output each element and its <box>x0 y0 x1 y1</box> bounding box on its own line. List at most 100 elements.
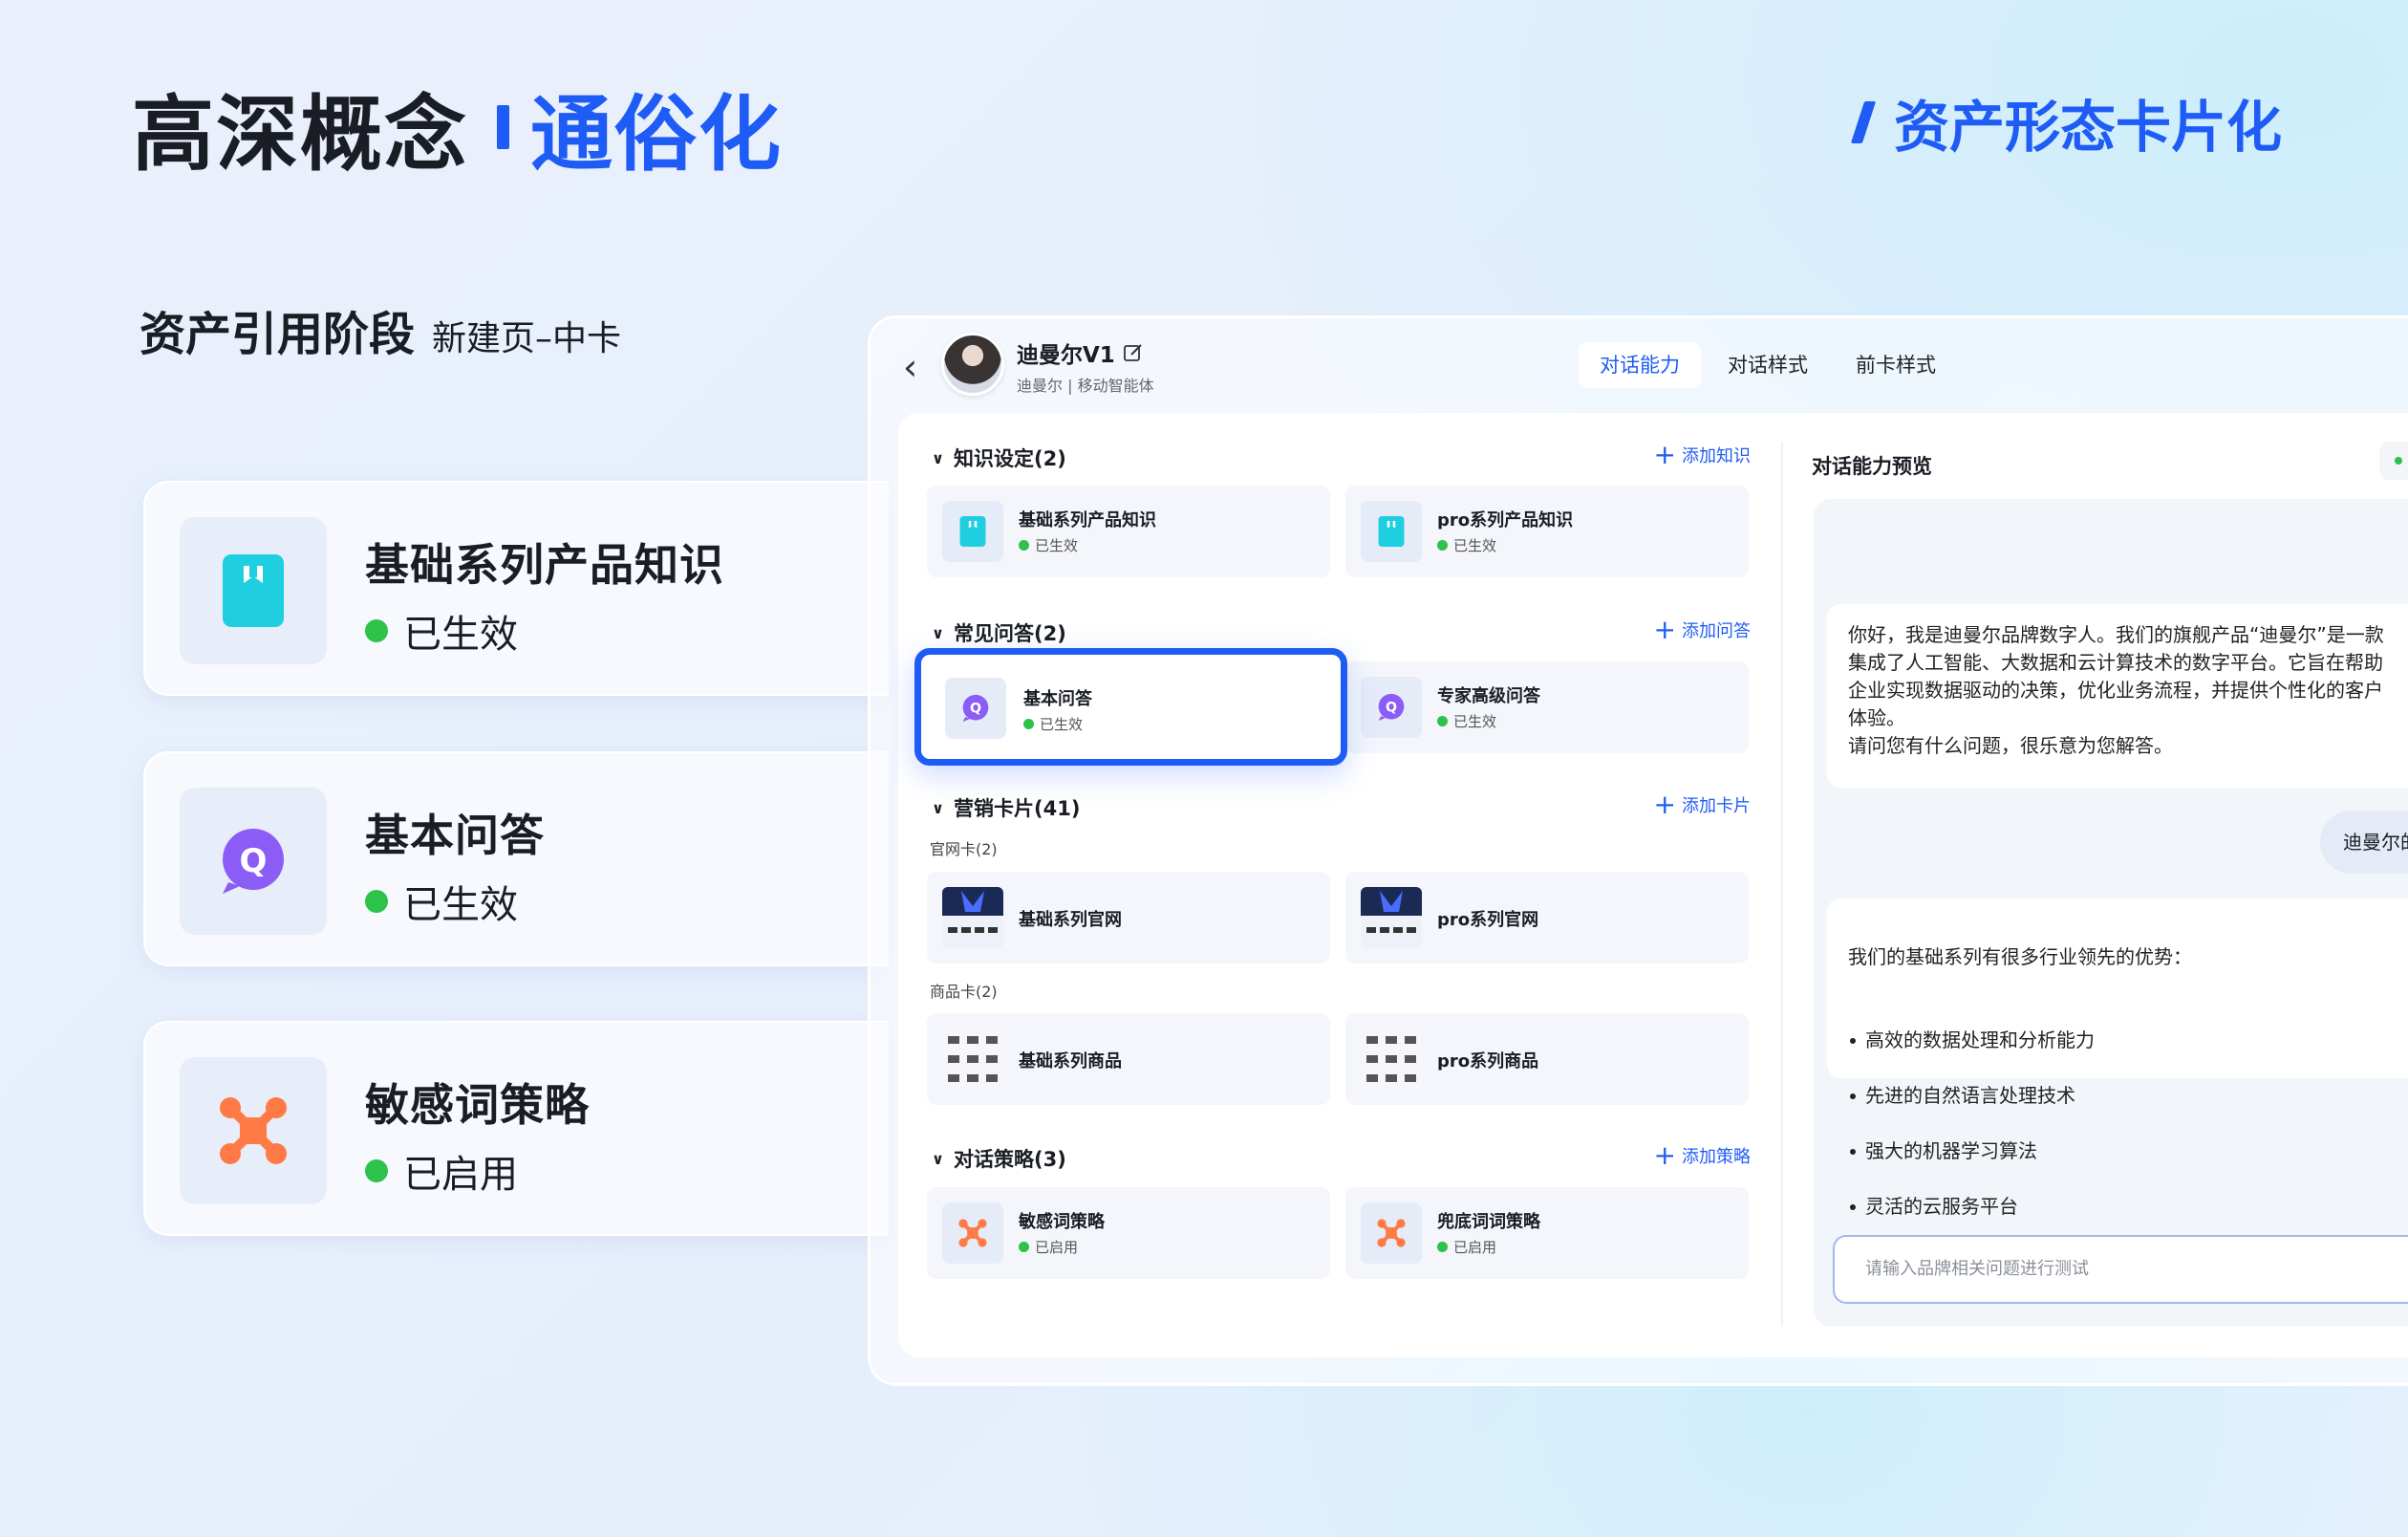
card-name: 基础系列商品 <box>1019 1051 1122 1072</box>
list-item: 先进的自然语言处理技术 <box>1848 1082 2408 1110</box>
plus-icon: + <box>1653 789 1676 820</box>
panel-divider <box>1781 442 1783 1327</box>
add-knowledge-button[interactable]: + 添加知识 <box>1654 442 1751 468</box>
big-card-knowledge[interactable]: 基础系列产品知识 已生效 <box>143 481 889 696</box>
tab-bar: 对话能力 对话样式 前卡样式 <box>1579 342 1963 388</box>
product-card-pro[interactable]: pro系列商品 <box>1345 1013 1749 1105</box>
status-text: 已生效 <box>403 883 518 927</box>
agent-name: 迪曼尔V1 <box>1017 336 1144 369</box>
tab-dialog-ability[interactable]: 对话能力 <box>1579 342 1701 388</box>
chat-input[interactable]: 请输入品牌相关问题进行测试 <box>1833 1235 2408 1304</box>
official-card-label: 官网卡(2) <box>930 840 998 858</box>
card-name: 兜底词词策略 <box>1437 1212 1540 1232</box>
agent-avatar <box>941 333 1004 396</box>
strategy-card-sensitive[interactable]: 敏感词策略 已启用 <box>927 1187 1330 1279</box>
big-card-strategy[interactable]: 敏感词策略 已启用 <box>143 1021 889 1236</box>
product-card-label: 商品卡(2) <box>930 983 998 1001</box>
big-card-qa[interactable]: Q 基本问答 已生效 <box>143 751 889 966</box>
knowledge-card-basic[interactable]: 基础系列产品知识 已生效 <box>927 486 1330 577</box>
list-intro: 我们的基础系列有很多行业领先的优势： <box>1848 945 2192 968</box>
big-card-status: 已启用 <box>365 1143 518 1199</box>
big-card-status: 已生效 <box>365 603 518 659</box>
status-text: 已启用 <box>1035 1239 1079 1256</box>
section-title: 常见问答(2) <box>954 622 1066 645</box>
strategy-card-fallback[interactable]: 兜底词词策略 已启用 <box>1345 1187 1749 1279</box>
slide-tag: 资产形态卡片化 <box>1850 82 2282 162</box>
website-thumbnail <box>1361 887 1422 948</box>
status-text: 已生效 <box>1453 537 1497 554</box>
card-name: 基本问答 <box>1023 689 1092 709</box>
section-knowledge-header[interactable]: ∨ 知识设定(2) <box>932 444 1066 472</box>
status-dot <box>365 619 388 642</box>
website-thumbnail <box>942 887 1003 948</box>
section-title: 知识设定(2) <box>954 447 1066 470</box>
add-label: 添加策略 <box>1682 1147 1751 1167</box>
card-name: 基础系列官网 <box>1019 910 1122 930</box>
add-card-button[interactable]: + 添加卡片 <box>1654 791 1751 818</box>
status-text: 已生效 <box>1035 537 1079 554</box>
knowledge-card-pro[interactable]: pro系列产品知识 已生效 <box>1345 486 1749 577</box>
section-title: 对话策略(3) <box>954 1148 1066 1171</box>
bookmark-icon <box>942 501 1003 562</box>
add-label: 添加知识 <box>1682 446 1751 466</box>
card-status: 已生效 <box>1019 535 1078 555</box>
plus-icon: + <box>1653 1139 1676 1171</box>
card-status: 已生效 <box>1023 714 1083 734</box>
agent-name-text: 迪曼尔V1 <box>1017 343 1115 368</box>
chevron-down-icon: ∨ <box>932 448 944 467</box>
bookmark-icon <box>1361 501 1422 562</box>
chevron-down-icon: ∨ <box>932 1149 944 1168</box>
card-name: 基础系列产品知识 <box>1019 510 1156 530</box>
section-strategy-header[interactable]: ∨ 对话策略(3) <box>932 1144 1066 1173</box>
section-title: 营销卡片(41) <box>954 797 1081 820</box>
slash-icon <box>1850 101 1877 143</box>
slide-tag-text: 资产形态卡片化 <box>1893 95 2282 160</box>
title-divider-bar <box>497 104 509 149</box>
faq-card-basic-selected[interactable]: Q 基本问答 已生效 <box>914 648 1347 766</box>
status-dot <box>1019 540 1029 551</box>
section-faq-header[interactable]: ∨ 常见问答(2) <box>932 618 1066 647</box>
plus-icon: + <box>1653 439 1676 470</box>
status-dot <box>1437 1242 1448 1252</box>
feature-list: 高效的数据处理和分析能力 先进的自然语言处理技术 强大的机器学习算法 灵活的云服… <box>1848 999 2408 1248</box>
stage-main: 资产引用阶段 <box>140 308 416 361</box>
qa-chat-icon: Q <box>180 788 327 935</box>
official-card-basic[interactable]: 基础系列官网 <box>927 872 1330 963</box>
product-card-basic[interactable]: 基础系列商品 <box>927 1013 1330 1105</box>
add-label: 添加卡片 <box>1682 796 1751 816</box>
status-dot <box>1019 1242 1029 1252</box>
slide: 高深概念 通俗化 资产形态卡片化 资产引用阶段 新建页–中卡 基础系列产品知识 … <box>0 0 2408 1537</box>
faq-card-expert[interactable]: Q 专家高级问答 已生效 <box>1345 661 1749 753</box>
slide-title: 高深概念 通俗化 <box>132 67 783 186</box>
official-card-pro[interactable]: pro系列官网 <box>1345 872 1749 963</box>
card-name: pro系列产品知识 <box>1437 510 1574 530</box>
status-text: 已生效 <box>1453 713 1497 730</box>
status-text: 已启用 <box>403 1153 518 1197</box>
status-dot <box>1437 540 1448 551</box>
title-black: 高深概念 <box>132 87 468 183</box>
bookmark-icon <box>180 517 327 664</box>
bot-message: 你好，我是迪曼尔品牌数字人。我们的旗舰产品“迪曼尔”是一款 集成了人工智能、大数… <box>1827 604 2408 788</box>
user-message: 迪曼尔的 <box>2320 811 2408 874</box>
strategy-cross-icon <box>942 1202 1003 1264</box>
stage-sub: 新建页–中卡 <box>432 319 622 358</box>
add-label: 添加问答 <box>1682 621 1751 641</box>
add-strategy-button[interactable]: + 添加策略 <box>1654 1142 1751 1169</box>
tab-card-style[interactable]: 前卡样式 <box>1835 342 1957 388</box>
back-icon[interactable]: ‹ <box>903 346 917 388</box>
status-text: 已生效 <box>403 613 518 657</box>
card-status: 已启用 <box>1019 1237 1078 1257</box>
big-card-name: 敏感词策略 <box>365 1079 590 1131</box>
chevron-down-icon: ∨ <box>932 798 944 817</box>
card-name: pro系列官网 <box>1437 910 1539 930</box>
card-name: 专家高级问答 <box>1437 686 1540 706</box>
qa-chat-icon: Q <box>945 678 1006 739</box>
add-faq-button[interactable]: + 添加问答 <box>1654 617 1751 643</box>
list-item: 强大的机器学习算法 <box>1848 1137 2408 1165</box>
tab-dialog-style[interactable]: 对话样式 <box>1707 342 1829 388</box>
card-status: 已生效 <box>1437 711 1496 731</box>
section-cards-header[interactable]: ∨ 营销卡片(41) <box>932 793 1080 822</box>
edit-icon[interactable] <box>1123 342 1144 363</box>
card-status: 已生效 <box>1437 535 1496 555</box>
card-status: 已启用 <box>1437 1237 1496 1257</box>
